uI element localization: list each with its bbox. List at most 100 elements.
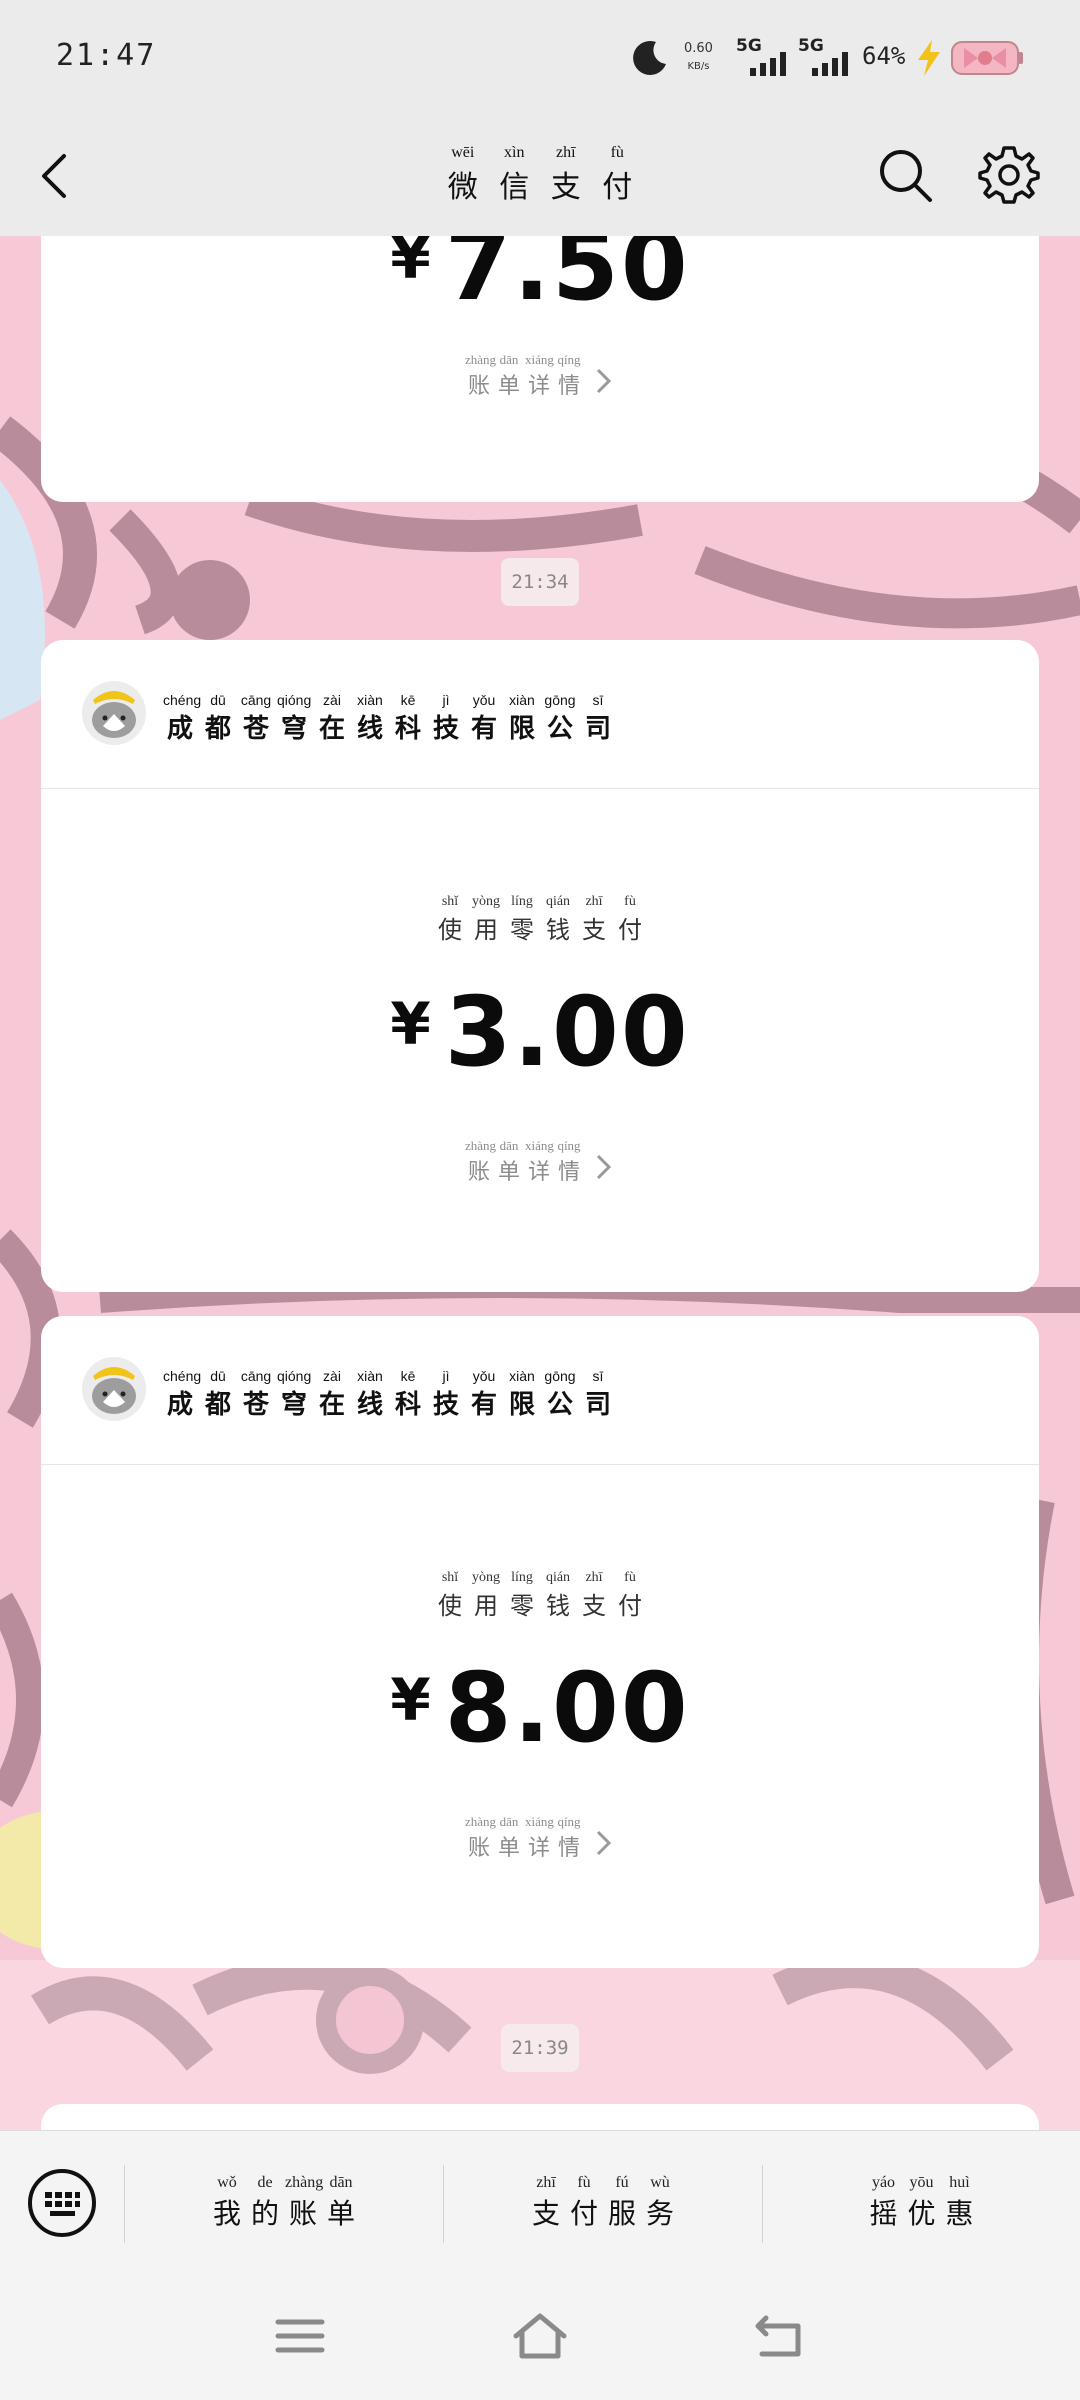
- charging-bolt-icon: [918, 40, 940, 76]
- method-hanzi: 使: [438, 916, 462, 944]
- amount-value: 7.50: [444, 236, 690, 322]
- bill-hanzi: 单: [497, 1160, 520, 1185]
- signal-icon: 5G: [798, 36, 860, 80]
- merchant-pinyin: zài: [323, 1368, 341, 1384]
- bill-hanzi: 情: [557, 374, 580, 399]
- merchant-hanzi: 成: [166, 714, 193, 744]
- merchant-hanzi: 公: [546, 1390, 573, 1420]
- menu-pinyin: huì: [949, 2174, 970, 2191]
- system-nav-bar: [0, 2274, 1080, 2400]
- battery-icon: [951, 41, 1023, 75]
- merchant-pinyin: xiàn: [357, 1368, 383, 1384]
- message-timestamp: 21:34: [501, 558, 579, 606]
- title-hanzi: 信: [499, 170, 530, 205]
- method-pinyin: líng: [511, 1570, 533, 1585]
- merchant-hanzi: 都: [204, 1390, 231, 1420]
- amount-value: 8.00: [444, 1652, 690, 1764]
- menu-icon[interactable]: [272, 2310, 328, 2362]
- merchant-pinyin: yǒu: [472, 1368, 496, 1384]
- title-hanzi: 微: [447, 170, 478, 205]
- merchant-pinyin: xiàn: [509, 1368, 535, 1384]
- amount-value: 3.00: [444, 976, 690, 1088]
- merchant-pinyin: jì: [442, 692, 450, 708]
- merchant-hanzi: 苍: [242, 1390, 269, 1420]
- merchant-hanzi: 科: [394, 1390, 421, 1420]
- menu-pinyin: yáo: [871, 2174, 896, 2191]
- merchant-hanzi: 科: [394, 714, 421, 744]
- menu-item-my-bills[interactable]: wǒ de zhàng dān 我 的 账 单: [125, 2131, 443, 2275]
- merchant-hanzi: 司: [584, 1390, 611, 1420]
- status-bar: 21:47 0.60 KB/s 5G 5G 64%: [0, 0, 1080, 118]
- currency-symbol: ¥: [390, 236, 431, 292]
- bill-pinyin: dān: [499, 352, 519, 367]
- bill-hanzi: 单: [497, 1836, 520, 1861]
- menu-item-payment-services[interactable]: zhī fù fú wù 支 付 服 务: [444, 2131, 762, 2275]
- menu-hanzi: 支: [531, 2197, 560, 2230]
- method-hanzi: 用: [474, 1592, 498, 1620]
- method-hanzi: 钱: [546, 1592, 570, 1620]
- status-time: 21:47: [56, 38, 157, 73]
- bill-details-link[interactable]: zhàng dān xiáng qíng 账 单 详 情: [41, 352, 1039, 400]
- net-speed-value: 0.60: [684, 41, 713, 56]
- method-pinyin: fù: [624, 1570, 636, 1585]
- menu-hanzi: 摇: [869, 2197, 898, 2230]
- bill-pinyin: xiáng: [525, 1814, 554, 1829]
- bill-hanzi: 账: [467, 374, 490, 399]
- method-hanzi: 付: [618, 916, 642, 944]
- merchant-pinyin: cāng: [240, 1368, 272, 1384]
- menu-item-shake-deals[interactable]: yáo yōu huì 摇 优 惠: [763, 2131, 1080, 2275]
- bill-pinyin: zhàng: [465, 352, 497, 367]
- method-pinyin: qián: [545, 894, 571, 909]
- payment-card[interactable]: chéng dū cāng qióng zài xiàn kē jì yǒu x…: [41, 640, 1039, 1292]
- merchant-avatar: [82, 681, 146, 745]
- back-icon[interactable]: [30, 148, 80, 204]
- menu-pinyin: zhī: [536, 2174, 556, 2191]
- currency-symbol: ¥: [390, 990, 431, 1058]
- menu-pinyin: yōu: [909, 2174, 934, 2191]
- merchant-hanzi: 限: [508, 1390, 535, 1420]
- merchant-pinyin: sī: [592, 692, 604, 708]
- merchant-hanzi: 有: [470, 714, 497, 744]
- merchant-hanzi: 在: [318, 714, 345, 744]
- signal-icon: 5G: [736, 36, 794, 80]
- payment-card[interactable]: ¥7.50 zhàng dān xiáng qíng 账 单 详 情: [41, 236, 1039, 502]
- search-icon[interactable]: [876, 146, 934, 204]
- merchant-pinyin: xiàn: [357, 692, 383, 708]
- merchant-avatar: [82, 1357, 146, 1421]
- chevron-right-icon: [596, 368, 612, 394]
- gear-icon[interactable]: [978, 144, 1040, 206]
- menu-hanzi: 付: [569, 2197, 598, 2230]
- merchant-hanzi: 技: [432, 1390, 459, 1420]
- menu-hanzi: 优: [907, 2197, 936, 2230]
- merchant-hanzi: 线: [356, 714, 383, 744]
- merchant-pinyin: jì: [442, 1368, 450, 1384]
- bill-pinyin: qíng: [557, 1814, 581, 1829]
- method-pinyin: líng: [511, 894, 533, 909]
- merchant-pinyin: zài: [323, 692, 341, 708]
- bill-details-link[interactable]: zhàng dān xiáng qíng 账 单 详 情: [41, 1814, 1039, 1862]
- keyboard-icon[interactable]: [26, 2167, 98, 2239]
- payment-method: shǐ yòng líng qián zhī fù 使 用 零 钱 支 付: [41, 894, 1039, 945]
- method-pinyin: qián: [545, 1570, 571, 1585]
- merchant-header[interactable]: chéng dū cāng qióng zài xiàn kē jì yǒu x…: [41, 1316, 1039, 1465]
- merchant-name: chéng dū cāng qióng zài xiàn kē jì yǒu x…: [163, 692, 615, 745]
- merchant-name: chéng dū cāng qióng zài xiàn kē jì yǒu x…: [163, 1368, 615, 1421]
- bill-pinyin: zhàng: [465, 1138, 497, 1153]
- menu-pinyin: fù: [577, 2174, 591, 2191]
- home-icon[interactable]: [512, 2310, 568, 2362]
- method-pinyin: yòng: [472, 894, 500, 909]
- bill-hanzi: 账: [467, 1836, 490, 1861]
- back-nav-icon[interactable]: [752, 2310, 808, 2362]
- bill-pinyin: zhàng: [465, 1814, 497, 1829]
- payment-card[interactable]: chéng dū cāng qióng zài xiàn kē jì yǒu x…: [41, 1316, 1039, 1968]
- merchant-header[interactable]: chéng dū cāng qióng zài xiàn kē jì yǒu x…: [41, 640, 1039, 789]
- method-hanzi: 支: [582, 1592, 606, 1620]
- menu-hanzi: 惠: [945, 2197, 974, 2230]
- bill-details-link[interactable]: zhàng dān xiáng qíng 账 单 详 情: [41, 1138, 1039, 1186]
- menu-hanzi: 账: [288, 2197, 317, 2230]
- method-pinyin: zhī: [585, 1570, 603, 1585]
- bill-hanzi: 账: [467, 1160, 490, 1185]
- method-hanzi: 付: [618, 1592, 642, 1620]
- menu-pinyin: wù: [650, 2174, 670, 2191]
- merchant-pinyin: yǒu: [472, 692, 496, 708]
